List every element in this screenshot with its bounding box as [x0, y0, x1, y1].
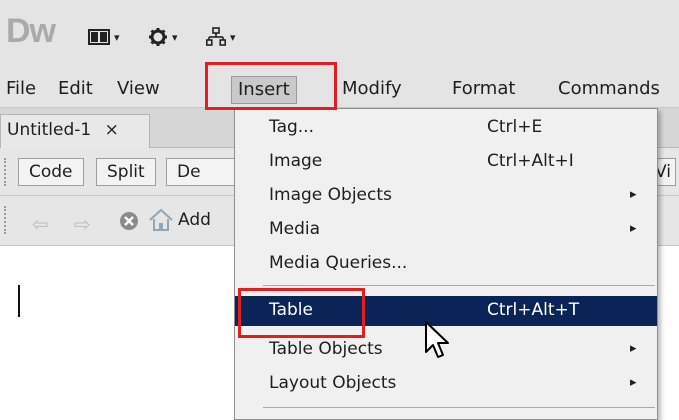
menu-item-shortcut: Ctrl+E [487, 117, 543, 137]
menu-file[interactable]: File [6, 78, 36, 99]
layout-icon [88, 29, 110, 45]
menu-view[interactable]: View [117, 78, 160, 99]
gear-icon [149, 28, 167, 46]
menu-separator [263, 285, 655, 286]
menu-bar: File Edit View Insert Modify Format Comm… [0, 70, 679, 108]
menu-item-media[interactable]: Media ▸ [235, 217, 657, 243]
home-icon[interactable] [148, 208, 174, 232]
menu-edit[interactable]: Edit [58, 78, 93, 99]
toolbar-grip [4, 206, 8, 234]
chevron-down-icon: ▾ [172, 30, 178, 44]
site-icon [206, 27, 226, 46]
menu-item-label: Tag... [269, 117, 314, 137]
document-tab-name: Untitled-1 [7, 120, 92, 140]
menu-modify[interactable]: Modify [342, 78, 402, 99]
chevron-down-icon: ▾ [114, 30, 120, 44]
code-view-button[interactable]: Code [18, 158, 84, 186]
table-item-highlight-box [238, 288, 365, 338]
menu-item-image-objects[interactable]: Image Objects ▸ [235, 183, 657, 209]
document-tab[interactable]: Untitled-1 × [0, 114, 150, 148]
menu-item-label: Media [269, 219, 321, 239]
settings-button[interactable]: ▾ [148, 26, 178, 48]
menu-item-tag[interactable]: Tag... Ctrl+E [235, 115, 657, 141]
menu-item-media-queries[interactable]: Media Queries... [235, 251, 657, 277]
menu-separator [263, 407, 655, 408]
menu-item-label: Layout Objects [269, 373, 397, 393]
stop-icon[interactable] [118, 210, 140, 232]
menu-item-label: Media Queries... [269, 253, 408, 273]
menu-commands[interactable]: Commands [558, 78, 660, 99]
toolbar-grip [4, 158, 8, 186]
submenu-arrow-icon: ▸ [630, 341, 637, 356]
dreamweaver-logo: Dw [6, 12, 56, 50]
menu-item-label: Image [269, 151, 323, 171]
app-bar: Dw ▾ ▾ ▾ [0, 0, 679, 70]
mouse-cursor-icon [425, 321, 449, 358]
submenu-arrow-icon: ▸ [630, 187, 637, 202]
menu-item-shortcut: Ctrl+Alt+T [487, 300, 580, 320]
forward-arrow-icon[interactable]: ⇨ [74, 212, 91, 236]
menu-item-shortcut: Ctrl+Alt+I [487, 151, 574, 171]
site-button[interactable]: ▾ [206, 26, 236, 48]
menu-item-image[interactable]: Image Ctrl+Alt+I [235, 149, 657, 175]
menu-format[interactable]: Format [452, 78, 515, 99]
address-label: Add [178, 210, 211, 230]
text-caret [18, 285, 20, 317]
submenu-arrow-icon: ▸ [630, 221, 637, 236]
split-view-button[interactable]: Split [96, 158, 156, 186]
submenu-arrow-icon: ▸ [630, 375, 637, 390]
back-arrow-icon[interactable]: ⇦ [32, 212, 49, 236]
layout-button[interactable]: ▾ [88, 26, 120, 48]
insert-menu: Tag... Ctrl+E Image Ctrl+Alt+I Image Obj… [234, 108, 658, 420]
menu-item-label: Image Objects [269, 185, 392, 205]
menu-item-label: Table Objects [269, 339, 383, 359]
menu-item-layout-objects[interactable]: Layout Objects ▸ [235, 371, 657, 397]
close-icon[interactable]: × [105, 120, 119, 140]
chevron-down-icon: ▾ [230, 30, 236, 44]
insert-menu-highlight-box [205, 62, 337, 110]
